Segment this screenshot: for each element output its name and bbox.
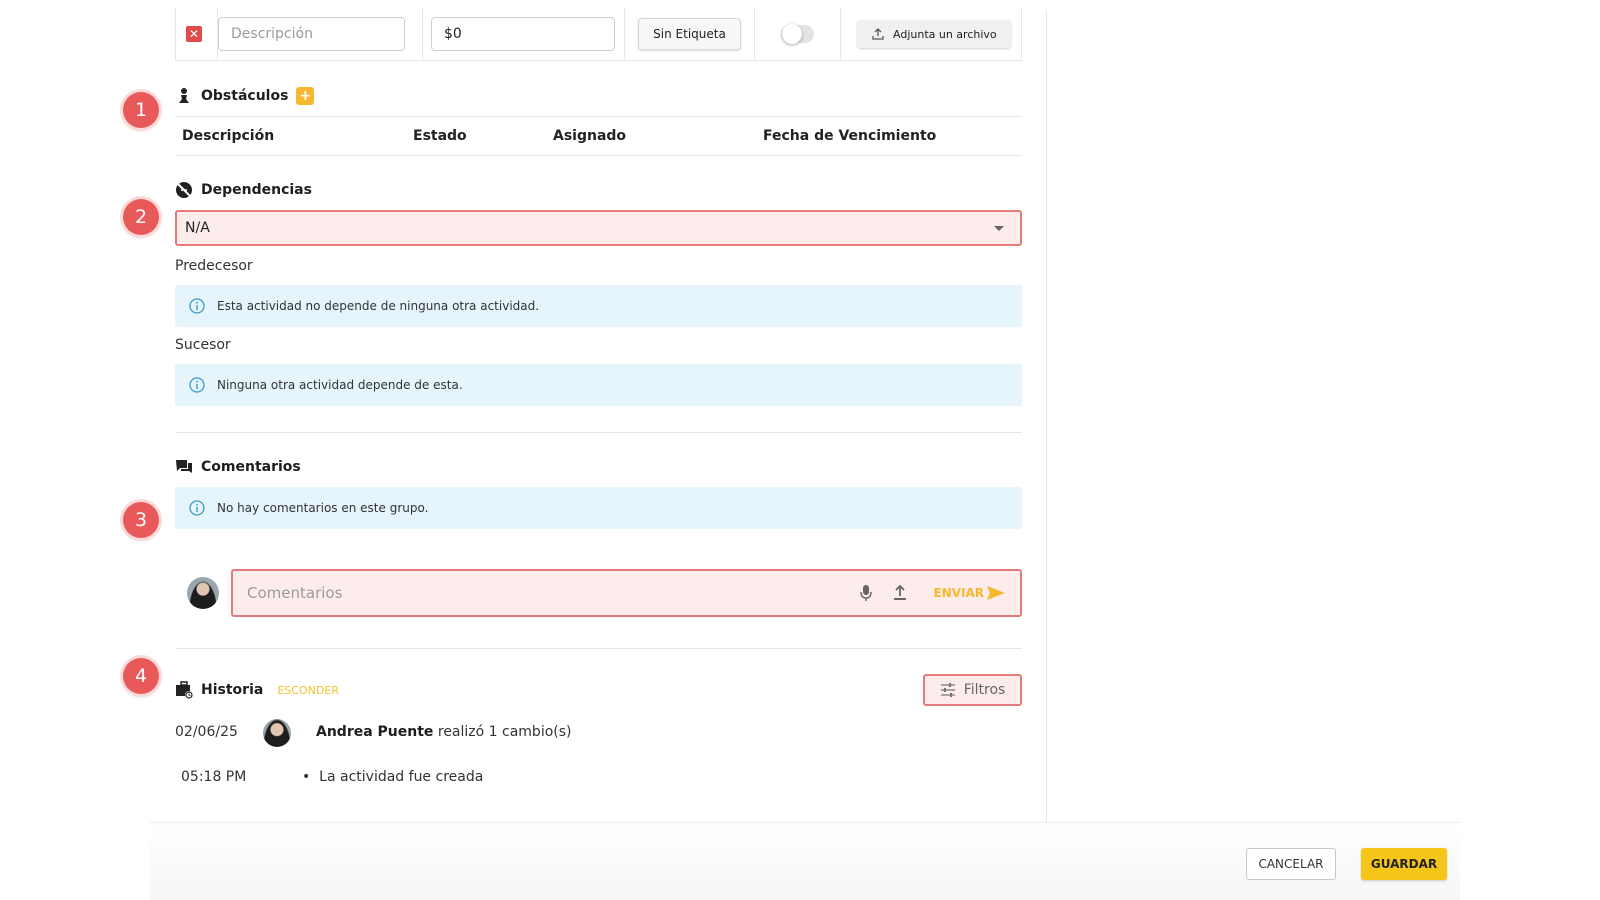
chat-bubbles-icon [175,458,193,476]
send-label: ENVIAR [933,586,984,600]
section-divider [175,648,1022,649]
history-entry-user: Andrea Puente [316,724,434,740]
info-icon [189,500,205,516]
comments-title-row: Comentarios [175,458,301,476]
avatar [263,719,291,747]
successor-info-text: Ninguna otra actividad depende de esta. [217,378,463,392]
filters-button[interactable]: Filtros [923,674,1022,706]
dependencies-title: Dependencias [201,182,312,198]
remove-cell: ✕ [176,8,218,60]
link-off-icon [175,181,193,199]
history-entry-action: realizó 1 cambio(s) [437,724,572,740]
send-icon [987,586,1005,600]
predecessor-info: Esta actividad no depende de ninguna otr… [175,285,1022,327]
predecessor-label: Predecesor [175,258,253,274]
successor-info: Ninguna otra actividad depende de esta. [175,364,1022,406]
history-change-text: La actividad fue creada [319,769,484,785]
microphone-icon[interactable] [857,584,875,602]
upload-icon[interactable] [891,584,909,602]
successor-label: Sucesor [175,337,231,353]
obstacles-title: Obstáculos [201,88,289,104]
attach-file-button[interactable]: Adjunta un archivo [857,20,1011,48]
upload-icon [872,28,884,40]
dependency-select-value: N/A [185,220,210,236]
history-entry-change: • La actividad fue creada [302,769,483,785]
tag-cell: Sin Etiqueta [625,8,755,60]
column-status: Estado [413,128,467,144]
history-entry-time: 05:18 PM [181,769,247,785]
history-title: Historia [201,682,264,698]
description-input[interactable]: Descripción [218,17,405,51]
column-description: Descripción [182,128,275,144]
toggle-switch[interactable] [781,24,814,44]
filters-label: Filtros [963,682,1006,698]
comment-input-placeholder: Comentarios [247,584,343,602]
comment-input[interactable]: Comentarios ENVIAR [231,569,1022,617]
step-badge-3: 3 [123,502,159,538]
section-divider [175,432,1022,433]
history-entry-summary: Andrea Puente realizó 1 cambio(s) [316,724,572,740]
content-divider [1046,10,1047,826]
step-badge-1: 1 [123,92,159,128]
toggle-cell [755,8,841,60]
send-button[interactable]: ENVIAR [933,585,1006,601]
sliders-icon [940,683,955,697]
info-icon [189,377,205,393]
amount-input[interactable]: $0 [431,17,615,51]
history-entry-date: 02/06/25 [175,724,238,740]
predecessor-info-text: Esta actividad no depende de ninguna otr… [217,299,540,313]
chevron-down-icon [994,225,1004,231]
info-icon [189,298,205,314]
history-briefcase-icon [175,681,193,699]
chess-pawn-icon [175,87,193,105]
comments-empty-text: No hay comentarios en este grupo. [217,501,429,515]
attach-cell: Adjunta un archivo [841,8,1021,60]
dependencies-title-row: Dependencias [175,181,312,199]
avatar [187,577,219,609]
attach-file-label: Adjunta un archivo [893,27,997,41]
column-due-date: Fecha de Vencimiento [763,128,937,144]
obstacles-table-header: Descripción Estado Asignado Fecha de Ven… [175,116,1022,156]
amount-cell: $0 [423,8,625,60]
history-title-row: Historia ESCONDER [175,681,339,699]
step-badge-2: 2 [123,199,159,235]
description-cell: Descripción [218,8,423,60]
toggle-knob [782,24,802,44]
top-input-row: ✕ Descripción $0 Sin Etiqueta Adjunta un… [175,8,1022,61]
comments-empty-info: No hay comentarios en este grupo. [175,487,1022,529]
tag-button[interactable]: Sin Etiqueta [638,18,741,50]
step-badge-4: 4 [123,658,159,694]
save-button[interactable]: GUARDAR [1361,848,1447,880]
obstacles-title-row: Obstáculos + [175,87,315,105]
add-obstacle-icon[interactable]: + [296,87,315,105]
bullet: • [302,769,320,785]
hide-history-link[interactable]: ESCONDER [277,684,339,697]
column-assigned: Asignado [553,128,627,144]
dependency-select[interactable]: N/A [175,210,1022,246]
comments-title: Comentarios [201,459,301,475]
remove-icon[interactable]: ✕ [186,26,202,42]
cancel-button[interactable]: CANCELAR [1246,848,1336,880]
